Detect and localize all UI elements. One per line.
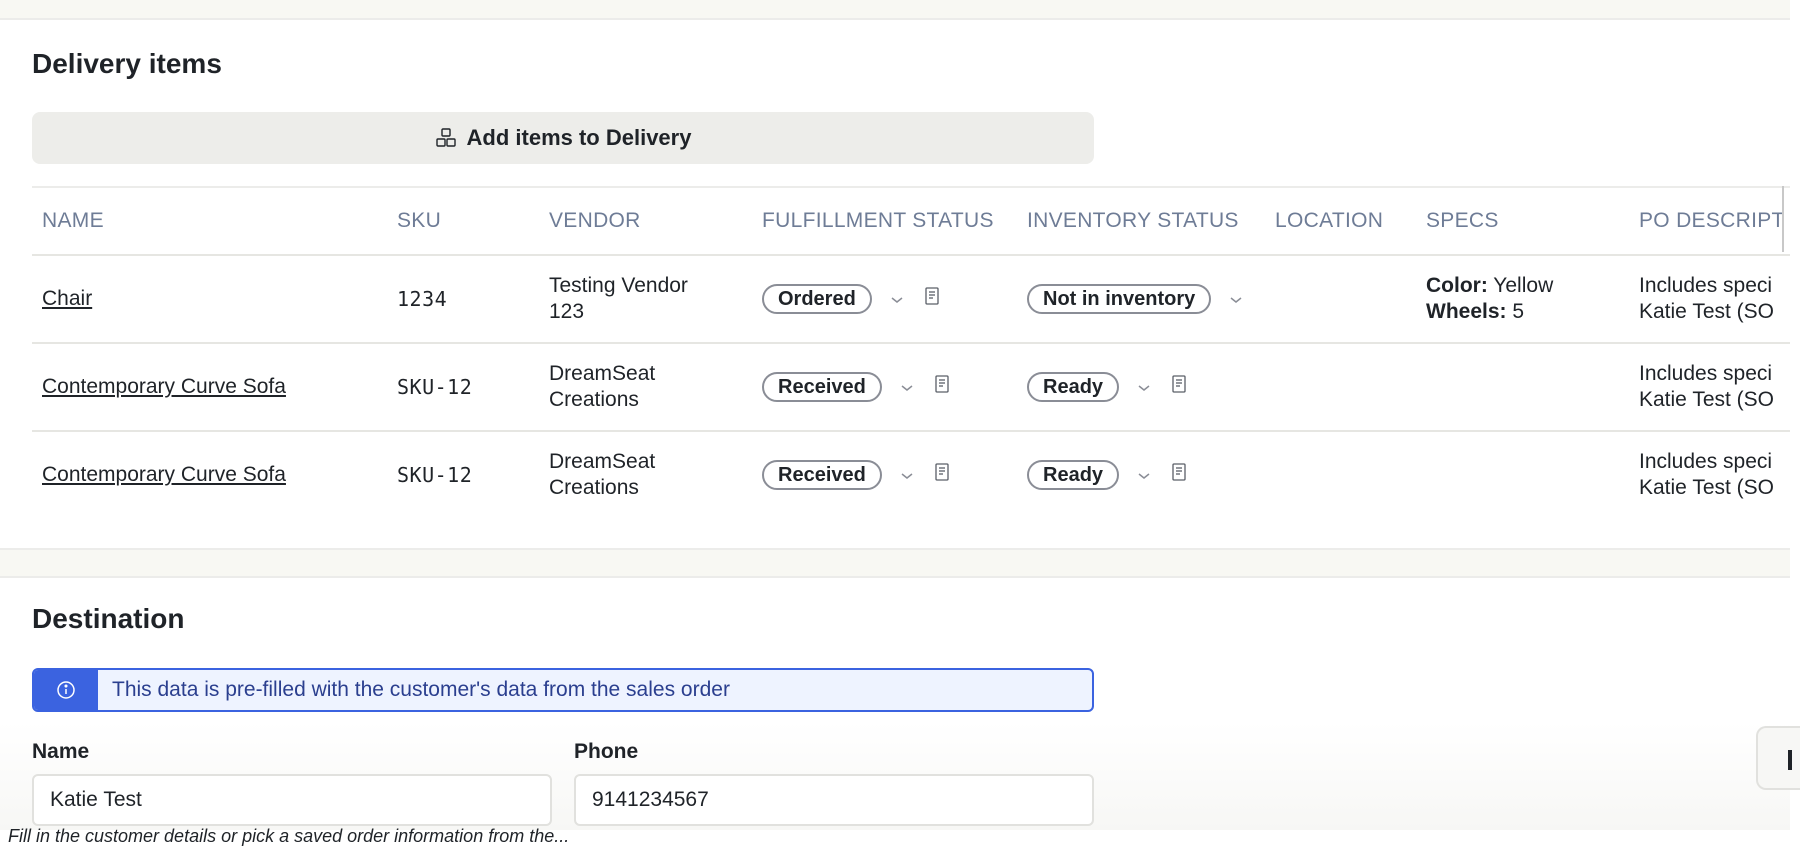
item-specs: [1416, 343, 1629, 432]
delivery-items-title: Delivery items: [32, 48, 222, 79]
vendor-line: DreamSeat: [549, 450, 656, 473]
spec-line: Color: Yellow: [1426, 273, 1629, 299]
name-label: Name: [32, 740, 90, 763]
name-field[interactable]: Katie Test: [32, 774, 552, 826]
cubes-icon: [435, 127, 457, 149]
section-divider: [0, 548, 1790, 578]
fulfillment-status-badge[interactable]: Received: [762, 460, 882, 490]
inventory-status-cell: Ready: [1017, 431, 1265, 516]
spec-label: Color:: [1426, 274, 1488, 297]
item-po-description: Includes speci Katie Test (SO: [1629, 255, 1790, 344]
note-icon[interactable]: [1169, 462, 1189, 489]
phone-field[interactable]: 9141234567: [574, 774, 1094, 826]
item-specs: [1416, 431, 1629, 516]
note-icon[interactable]: [932, 374, 952, 401]
column-header-fulfillment-status[interactable]: FULFILLMENT STATUS: [752, 186, 1017, 256]
item-sku: SKU-12: [387, 431, 539, 516]
vendor-line: Testing Vendor: [549, 274, 688, 297]
chevron-down-icon[interactable]: [900, 462, 914, 488]
item-po-description: Includes speci Katie Test (SO: [1629, 431, 1790, 516]
column-header-name[interactable]: NAME: [32, 186, 387, 256]
spec-value: Yellow: [1493, 274, 1554, 297]
item-location: [1265, 343, 1416, 432]
po-description-line: Katie Test (SO: [1639, 388, 1775, 411]
delivery-items-table: NAME SKU VENDOR FULFILLMENT STATUS INVEN…: [32, 186, 1790, 516]
column-header-specs[interactable]: SPECS: [1416, 186, 1629, 256]
item-name-link[interactable]: Contemporary Curve Sofa: [42, 463, 286, 486]
vendor-line: Creations: [549, 388, 639, 411]
table-row: Contemporary Curve Sofa SKU-12 DreamSeat…: [32, 431, 1790, 516]
fulfillment-status-badge[interactable]: Ordered: [762, 284, 872, 314]
po-description-line: Katie Test (SO: [1639, 300, 1775, 323]
item-location: [1265, 431, 1416, 516]
item-sku: SKU-12: [387, 343, 539, 432]
chevron-down-icon[interactable]: [890, 286, 904, 312]
info-icon: [34, 670, 98, 710]
inventory-status-cell: Ready: [1017, 343, 1265, 432]
po-description-line: Includes speci: [1639, 274, 1773, 297]
fulfillment-status-badge[interactable]: Received: [762, 372, 882, 402]
phone-label: Phone: [574, 740, 639, 763]
item-location: [1265, 255, 1416, 344]
chevron-down-icon[interactable]: [1229, 286, 1243, 312]
inventory-status-badge[interactable]: Ready: [1027, 460, 1120, 490]
column-resize-handle[interactable]: [1782, 186, 1784, 252]
column-header-sku[interactable]: SKU: [387, 186, 539, 256]
item-name-link[interactable]: Contemporary Curve Sofa: [42, 375, 286, 398]
note-icon[interactable]: [932, 462, 952, 489]
top-section-divider: [0, 0, 1790, 20]
spec-line: Wheels: 5: [1426, 299, 1629, 325]
item-po-description: Includes speci Katie Test (SO: [1629, 343, 1790, 432]
vendor-line: DreamSeat: [549, 362, 656, 385]
item-vendor: Testing Vendor 123: [539, 255, 752, 344]
vendor-line: Creations: [549, 476, 639, 499]
item-specs: Color: Yellow Wheels: 5: [1416, 255, 1629, 344]
column-header-po-description[interactable]: PO DESCRIPT: [1629, 186, 1790, 256]
table-header-row: NAME SKU VENDOR FULFILLMENT STATUS INVEN…: [32, 186, 1790, 256]
inventory-status-badge[interactable]: Ready: [1027, 372, 1120, 402]
add-items-label: Add items to Delivery: [466, 125, 692, 150]
po-description-line: Includes speci: [1639, 362, 1773, 385]
table-row: Chair 1234 Testing Vendor 123 Ordered No…: [32, 255, 1790, 344]
table-row: Contemporary Curve Sofa SKU-12 DreamSeat…: [32, 343, 1790, 432]
fulfillment-status-cell: Received: [752, 431, 1017, 516]
po-description-line: Katie Test (SO: [1639, 476, 1775, 499]
vendor-line: 123: [549, 300, 585, 323]
column-header-vendor[interactable]: VENDOR: [539, 186, 752, 256]
info-banner-text: This data is pre-filled with the custome…: [112, 678, 730, 701]
destination-title: Destination: [32, 603, 185, 634]
chevron-down-icon[interactable]: [900, 374, 914, 400]
chevron-down-icon[interactable]: [1137, 374, 1151, 400]
note-icon[interactable]: [922, 286, 942, 313]
add-items-button[interactable]: Add items to Delivery: [32, 112, 1094, 164]
po-description-line: Includes speci: [1639, 450, 1773, 473]
toggle-bar-icon: [1788, 750, 1792, 770]
inventory-status-badge[interactable]: Not in inventory: [1027, 284, 1212, 314]
column-header-inventory-status[interactable]: INVENTORY STATUS: [1017, 186, 1265, 256]
item-name-link[interactable]: Chair: [42, 287, 92, 310]
item-vendor: DreamSeat Creations: [539, 431, 752, 516]
chevron-down-icon[interactable]: [1137, 462, 1151, 488]
item-vendor: DreamSeat Creations: [539, 343, 752, 432]
side-panel-toggle[interactable]: [1756, 726, 1800, 790]
spec-label: Wheels:: [1426, 300, 1507, 323]
fulfillment-status-cell: Received: [752, 343, 1017, 432]
inventory-status-cell: Not in inventory: [1017, 255, 1265, 344]
cutoff-helper-text: Fill in the customer details or pick a s…: [8, 826, 570, 846]
column-header-location[interactable]: LOCATION: [1265, 186, 1416, 256]
fulfillment-status-cell: Ordered: [752, 255, 1017, 344]
spec-value: 5: [1512, 300, 1525, 323]
info-banner: This data is pre-filled with the custome…: [32, 668, 1094, 712]
item-sku: 1234: [387, 255, 539, 344]
note-icon[interactable]: [1169, 374, 1189, 401]
right-gutter: [1790, 0, 1800, 830]
